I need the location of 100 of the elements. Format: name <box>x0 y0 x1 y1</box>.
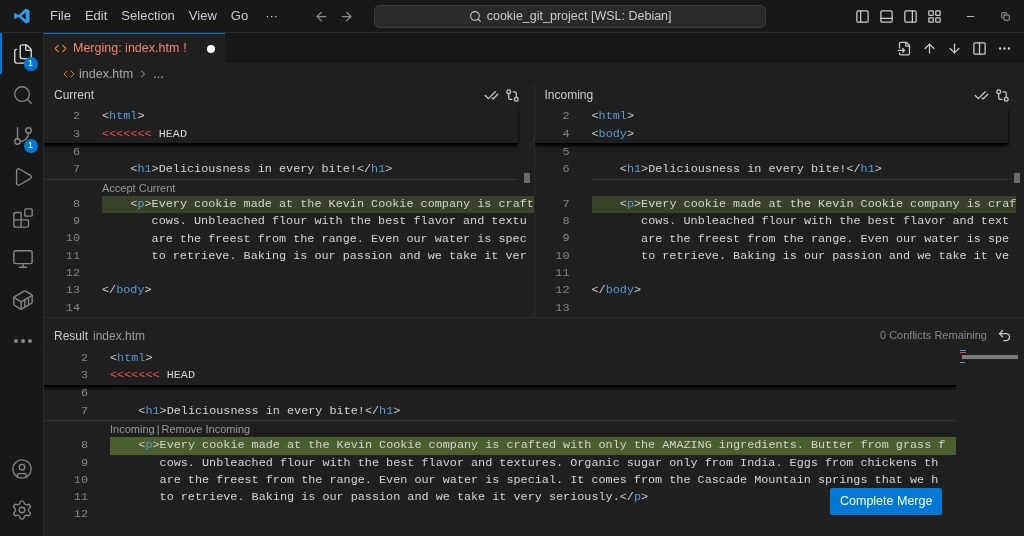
codelens-link[interactable]: Remove Incoming <box>161 421 251 438</box>
code-line: cows. Unbleached flour with the best flavor and textu <box>150 213 527 231</box>
menu-item[interactable]: View <box>181 6 224 26</box>
panel-left-icon[interactable] <box>855 8 870 24</box>
codelens-link[interactable]: Accept Current <box>102 179 176 197</box>
activity-item[interactable]: 1 <box>0 33 44 74</box>
more-menu[interactable]: ··· <box>255 6 289 26</box>
minimap-drawing <box>960 350 1018 363</box>
menu-item[interactable]: Selection <box>114 6 182 26</box>
line-number: 13 <box>64 282 80 300</box>
line-number: 2 <box>71 108 80 126</box>
container-icon <box>11 288 34 311</box>
line-number: 13 <box>554 299 570 317</box>
code-line: </body> <box>591 282 642 300</box>
conflict-count: 0 Conflicts Remaining <box>880 328 987 344</box>
editor-tab[interactable]: Merging: index.htm ! <box>44 33 225 63</box>
activity-item[interactable]: 1 <box>0 115 44 156</box>
compare-icon[interactable] <box>504 87 520 103</box>
logo-icon <box>13 7 31 25</box>
line-number: 3 <box>71 125 80 143</box>
search-icon <box>11 83 34 106</box>
code-line: <html> <box>102 108 145 126</box>
restore-icon[interactable] <box>1001 11 1010 21</box>
line-number: 2 <box>561 108 570 126</box>
breadcrumb-item[interactable]: ... <box>153 64 164 84</box>
forward-icon[interactable] <box>339 8 355 24</box>
code-line: cows. Unbleached flour with the best flavor and text <box>640 213 1010 231</box>
code-line: to retrieve. Baking is our passion and we take it ver <box>150 247 527 265</box>
compare-icon[interactable] <box>995 87 1010 103</box>
badge: 1 <box>23 139 38 153</box>
file-icon[interactable] <box>897 40 912 56</box>
code-line: cows. Unbleached flour with the best flavor and textures. Organic sugar only from India. Eggs from chickens th <box>158 454 939 472</box>
line-number: 14 <box>64 299 80 317</box>
code-line: <h1>Deliciousness in every bite!</h1> <box>137 402 401 420</box>
code-line: are the freest from the range. Even our water is spec <box>150 230 527 248</box>
breadcrumb-item[interactable]: index.htm <box>79 64 134 84</box>
line-number: 9 <box>561 230 570 248</box>
scrollbar[interactable] <box>523 173 530 183</box>
result-title: Result <box>54 327 88 345</box>
code-line: to retrieve. Baking is our passion and we take it very seriously.</p> <box>158 489 649 507</box>
line-number: 12 <box>64 264 80 282</box>
separator: | <box>155 422 161 438</box>
search-text: cookie_git_project [WSL: Debian] <box>486 7 672 25</box>
more-icon <box>13 338 32 343</box>
line-number: 11 <box>72 489 88 507</box>
line-number: 12 <box>72 506 88 524</box>
line-number: 4 <box>561 125 570 143</box>
line-number: 6 <box>561 161 570 179</box>
result-file: index.htm <box>93 327 146 345</box>
menu-item[interactable]: Edit <box>77 6 115 26</box>
menu-item[interactable]: Go <box>223 6 256 26</box>
search-icon <box>468 9 482 23</box>
layout-icon[interactable] <box>927 8 942 24</box>
code-line: <<<<<<< HEAD <box>102 125 187 143</box>
line-number: 11 <box>554 264 570 282</box>
previous-icon[interactable] <box>922 40 937 56</box>
next-icon[interactable] <box>947 40 962 56</box>
code-line: <html> <box>591 108 634 126</box>
code-line: <body> <box>591 125 634 143</box>
branch-icon <box>11 124 34 147</box>
complete-merge-button[interactable]: Complete Merge <box>830 488 943 515</box>
line-number: 8 <box>71 195 80 213</box>
blocks-icon <box>11 206 34 229</box>
files-icon <box>11 42 34 65</box>
code-line: <<<<<<< HEAD <box>110 367 195 385</box>
line-number: 10 <box>64 230 80 248</box>
pane-title: Current <box>54 87 94 105</box>
line-number: 12 <box>554 282 570 300</box>
line-number: 9 <box>79 454 88 472</box>
menu-item[interactable]: File <box>43 6 78 26</box>
monitor-icon <box>11 247 34 270</box>
command-search[interactable]: cookie_git_project [WSL: Debian] <box>374 4 767 28</box>
pane-title: Incoming <box>544 87 594 105</box>
line-number: 11 <box>64 247 80 265</box>
code-line: <h1>Deliciousness in every bite!</h1> <box>129 161 393 179</box>
panel-right-icon[interactable] <box>903 8 918 24</box>
code-line: are the freest from the range. Even our water is special. It comes from the Cascade Mountain springs that we h <box>158 472 939 490</box>
code-line: are the freest from the range. Even our water is spe <box>640 230 1010 248</box>
line-number: 8 <box>561 213 570 231</box>
code-line: </body> <box>102 282 152 300</box>
split-icon[interactable] <box>972 40 987 56</box>
code-icon <box>54 42 67 55</box>
line-number: 8 <box>79 437 88 455</box>
code-line: <html> <box>110 350 153 367</box>
line-number: 10 <box>72 471 88 489</box>
panel-bottom-icon[interactable] <box>879 8 894 24</box>
account-icon <box>10 457 33 480</box>
line-number: 6 <box>79 385 88 403</box>
back-icon[interactable] <box>314 8 330 24</box>
scrollbar[interactable] <box>1014 173 1020 183</box>
undo-icon[interactable] <box>997 328 1012 343</box>
code-line: to retrieve. Baking is our passion and we take it ve <box>640 247 1010 265</box>
line-number: 7 <box>561 195 570 213</box>
codelens-link[interactable]: Incoming <box>110 421 155 438</box>
settings-icon <box>10 498 33 521</box>
line-number: 9 <box>71 213 80 231</box>
code-line: <h1>Deliciousness in every bite!</h1> <box>618 161 882 179</box>
badge: 1 <box>23 57 38 71</box>
line-number: 6 <box>71 143 80 161</box>
tab-status: ! <box>183 40 187 58</box>
